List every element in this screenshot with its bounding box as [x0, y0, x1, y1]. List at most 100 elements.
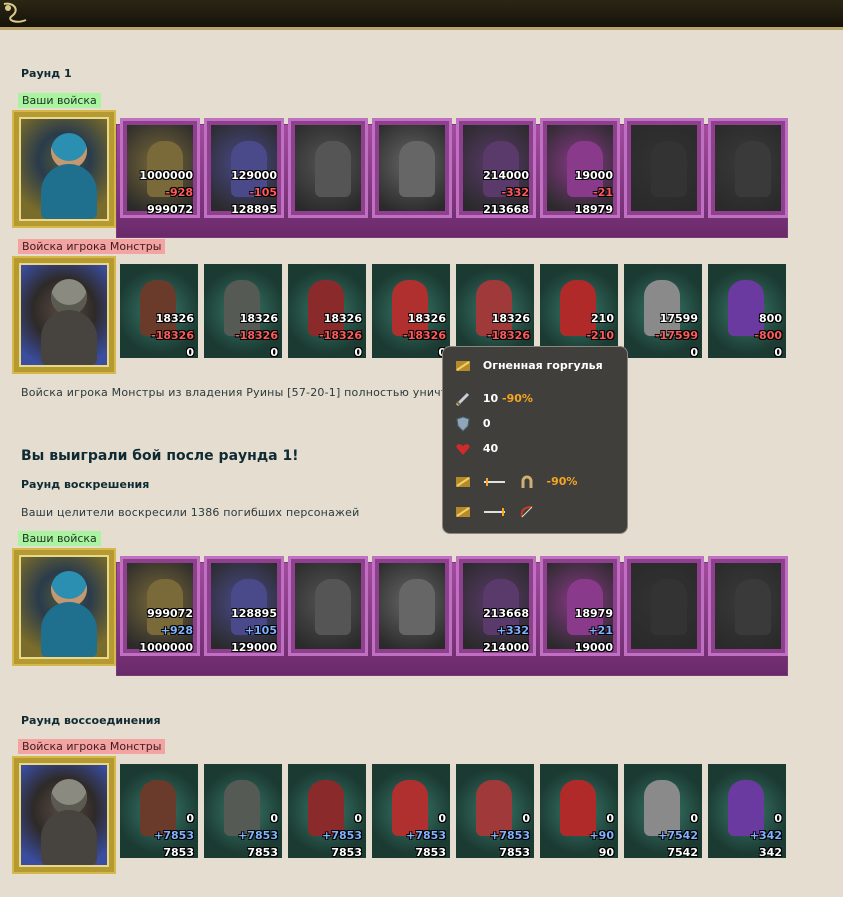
unit-figure	[735, 141, 771, 197]
unit-slot[interactable]: 18326-183260	[456, 264, 534, 359]
unit-portrait	[295, 125, 361, 211]
unit-slot[interactable]: 18326-183260	[120, 264, 198, 359]
unit-count-n2: +7853	[154, 829, 194, 842]
unit-slot[interactable]	[372, 556, 452, 656]
unit-figure	[392, 780, 428, 836]
unit-slot[interactable]: 0 +7853 7853	[456, 764, 534, 859]
unit-count-n2: -18326	[403, 329, 446, 342]
unit-portrait	[456, 764, 534, 858]
unit-slot[interactable]	[708, 118, 788, 218]
unit-slot[interactable]: 0 +342 342	[708, 764, 786, 859]
unit-figure	[308, 280, 344, 336]
unit-slot[interactable]: 17599 -17599 0	[624, 264, 702, 359]
unit-figure	[392, 280, 428, 336]
unit-slot[interactable]	[372, 118, 452, 218]
unit-count-n3: 7853	[163, 846, 194, 859]
horseshoe-icon	[521, 475, 533, 488]
unit-portrait	[631, 125, 697, 211]
unit-count-n1: 0	[354, 812, 362, 825]
gargoyle-icon	[456, 507, 470, 517]
unit-portrait	[708, 264, 786, 358]
unit-slot[interactable]: 0 +7542 7542	[624, 764, 702, 859]
unit-count-n3: 0	[690, 346, 698, 359]
unit-figure	[728, 280, 764, 336]
unit-slot[interactable]: 214000 -332 213668	[456, 118, 536, 218]
unit-figure	[399, 141, 435, 197]
unit-count-n2: +928	[160, 624, 193, 637]
unit-portrait	[288, 764, 366, 858]
unit-slot[interactable]: 18326-183260	[372, 264, 450, 359]
unit-portrait	[631, 563, 697, 649]
unit-portrait	[624, 264, 702, 358]
unit-slot[interactable]: 0 +7853 7853	[288, 764, 366, 859]
unit-figure	[560, 780, 596, 836]
unit-portrait	[204, 764, 282, 858]
your-troops-label-2: Ваши войска	[18, 531, 101, 546]
unit-portrait	[379, 563, 445, 649]
tooltip-unit-name: Огненная горгулья	[482, 359, 603, 372]
unit-slot[interactable]	[624, 118, 704, 218]
unit-count-n3: 0	[774, 346, 782, 359]
unit-slot[interactable]: 18326-183260	[288, 264, 366, 359]
gargoyle-icon	[456, 361, 470, 371]
unit-count-n2: -210	[586, 329, 614, 342]
unit-slot[interactable]: 19000 -21 18979	[540, 118, 620, 218]
unit-slot[interactable]	[624, 556, 704, 656]
unit-slot[interactable]: 1000000 -928 999072	[120, 118, 200, 218]
unit-count-n1: 18326	[323, 312, 362, 325]
unit-figure	[140, 280, 176, 336]
unit-count-n2: +332	[496, 624, 529, 637]
unit-count-n3: 213668	[483, 203, 529, 216]
unit-portrait	[715, 125, 781, 211]
unit-slot[interactable]: 213668 +332 214000	[456, 556, 536, 656]
enemy-hero-portrait[interactable]	[12, 256, 116, 374]
unit-count-n3: 19000	[574, 641, 613, 654]
unit-portrait	[372, 764, 450, 858]
unit-slot[interactable]: 0 +7853 7853	[120, 764, 198, 859]
unit-slot[interactable]	[288, 556, 368, 656]
unit-figure	[476, 280, 512, 336]
unit-count-n3: 7853	[415, 846, 446, 859]
tooltip-title-row: Огненная горгулья	[455, 357, 603, 375]
unit-portrait	[379, 125, 445, 211]
unit-slot[interactable]: 18979 +21 19000	[540, 556, 620, 656]
your-troops-label: Ваши войска	[18, 93, 101, 108]
unit-count-n1: 0	[690, 812, 698, 825]
enemy-hero-portrait-2[interactable]	[12, 756, 116, 874]
unit-count-n2: -18326	[319, 329, 362, 342]
unit-slot[interactable]: 999072 +928 1000000	[120, 556, 200, 656]
unit-count-n3: 7853	[499, 846, 530, 859]
unit-slot[interactable]: 0 +90 90	[540, 764, 618, 859]
unit-slot[interactable]: 0 +7853 7853	[372, 764, 450, 859]
unit-slot[interactable]: 0 +7853 7853	[204, 764, 282, 859]
unit-portrait	[120, 264, 198, 358]
your-hero-portrait-2[interactable]	[12, 548, 116, 666]
unit-portrait	[204, 264, 282, 358]
unit-slot[interactable]: 129000 -105 128895	[204, 118, 284, 218]
destroyed-message: Войска игрока Монстры из владения Руины …	[21, 386, 488, 399]
unit-portrait	[715, 563, 781, 649]
unit-slot[interactable]: 800 -800 0	[708, 264, 786, 359]
unit-portrait	[120, 764, 198, 858]
unit-count-n3: 90	[598, 846, 614, 859]
unit-slot[interactable]	[288, 118, 368, 218]
unit-slot[interactable]: 18326-183260	[204, 264, 282, 359]
unit-count-n2: -17599	[655, 329, 698, 342]
unit-count-n1: 0	[522, 812, 530, 825]
unit-slot[interactable]: 210-2100	[540, 264, 618, 359]
unit-slot[interactable]: 128895 +105 129000	[204, 556, 284, 656]
tooltip-defense-row: 0	[455, 415, 491, 433]
unit-count-n3: 7853	[331, 846, 362, 859]
unit-count-n1: 18979	[574, 607, 613, 620]
unit-count-n3: 7542	[667, 846, 698, 859]
unit-figure	[315, 579, 351, 635]
unit-figure	[735, 579, 771, 635]
unit-figure	[315, 141, 351, 197]
unit-count-n3: 999072	[147, 203, 193, 216]
unit-count-n1: 213668	[483, 607, 529, 620]
unit-count-n1: 18326	[239, 312, 278, 325]
bow-icon	[520, 506, 533, 518]
your-hero-portrait[interactable]	[12, 110, 116, 228]
unit-count-n1: 18326	[491, 312, 530, 325]
unit-slot[interactable]	[708, 556, 788, 656]
